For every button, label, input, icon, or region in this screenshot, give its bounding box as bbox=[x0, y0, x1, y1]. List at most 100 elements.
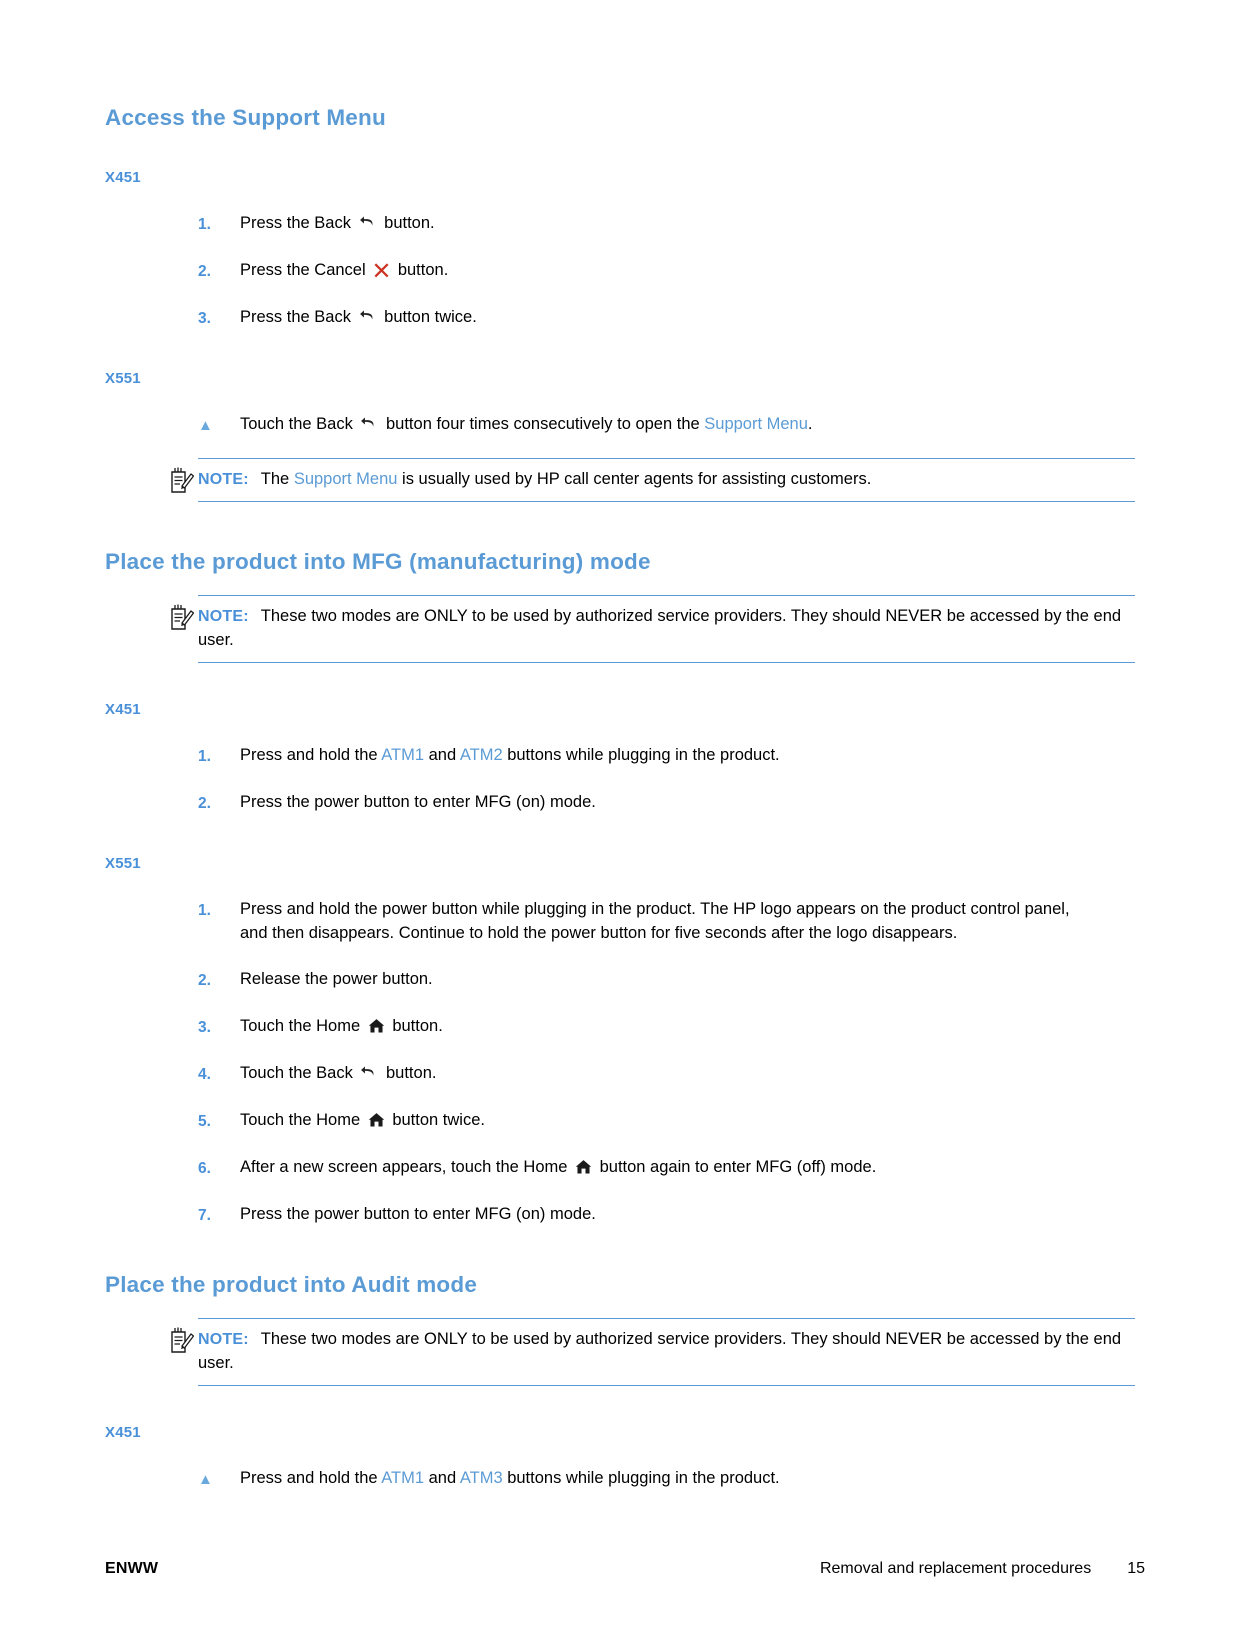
step-text-post: button again to enter MFG (off) mode. bbox=[595, 1158, 877, 1177]
step-text: Press and hold the ATM1 and ATM3 buttons… bbox=[240, 1467, 1085, 1490]
note-box-support-menu: NOTE: The Support Menu is usually used by… bbox=[171, 458, 1135, 503]
footer-breadcrumb: Removal and replacement procedures bbox=[819, 1560, 1092, 1577]
note-text-pre: The bbox=[260, 470, 294, 489]
list-item: 1. Press and hold the power button while… bbox=[105, 898, 1135, 945]
steps-list-support-x551: ▲ Touch the Back button four times conse… bbox=[105, 413, 1135, 436]
step-marker: 3. bbox=[198, 310, 211, 327]
atm1-term: ATM1 bbox=[381, 746, 425, 765]
home-icon bbox=[575, 1160, 592, 1174]
footer-locale: ENWW bbox=[105, 1560, 159, 1577]
note-text-post: is usually used by HP call center agents… bbox=[397, 470, 872, 489]
list-item: 3. Press the Back button twice. bbox=[105, 306, 1135, 330]
list-item: 2. Release the power button. bbox=[105, 968, 1135, 992]
list-item: 2. Press the power button to enter MFG (… bbox=[105, 791, 1135, 815]
list-item: ▲ Touch the Back button four times conse… bbox=[105, 413, 1135, 436]
list-item: 4. Touch the Back button. bbox=[105, 1062, 1135, 1086]
back-icon bbox=[361, 417, 374, 427]
list-item: 1. Press the Back button. bbox=[105, 212, 1135, 236]
note-label: NOTE: bbox=[198, 471, 249, 489]
steps-list-support-x451: 1. Press the Back button. 2. Press the C… bbox=[105, 212, 1135, 330]
support-menu-term: Support Menu bbox=[704, 415, 808, 433]
step-marker: 1. bbox=[198, 902, 211, 920]
step-text: Touch the Back button. bbox=[240, 1062, 1085, 1085]
list-item: 3. Touch the Home button. bbox=[105, 1015, 1135, 1039]
step-text-post: button twice. bbox=[387, 1111, 485, 1130]
page-footer: ENWW Removal and replacement procedures … bbox=[105, 1560, 1145, 1578]
step-text-pre: Press the Back bbox=[240, 308, 356, 326]
home-icon bbox=[368, 1113, 384, 1127]
note-label: NOTE: bbox=[198, 608, 249, 626]
step-text-tail: . bbox=[807, 415, 813, 433]
note-label: NOTE: bbox=[198, 1331, 249, 1349]
step-marker: 2. bbox=[198, 795, 211, 813]
note-text: The Support Menu is usually used by HP c… bbox=[261, 470, 872, 488]
step-text: After a new screen appears, touch the Ho… bbox=[240, 1156, 1085, 1179]
model-heading-x551-mfg: X551 bbox=[105, 855, 141, 873]
note-clipboard-icon bbox=[171, 604, 194, 631]
model-heading-x451-support: X451 bbox=[105, 169, 141, 186]
list-item: 5. Touch the Home button twice. bbox=[105, 1109, 1135, 1133]
step-text: Press the power button to enter MFG (on)… bbox=[240, 793, 596, 812]
step-marker: 6. bbox=[198, 1160, 211, 1178]
atm1-term: ATM1 bbox=[381, 1468, 425, 1487]
model-heading-x551-support: X551 bbox=[105, 370, 141, 387]
step-text-pre: Press and hold the bbox=[240, 746, 382, 765]
step-text: Press the Cancel button. bbox=[240, 259, 1085, 282]
step-text: Release the power button. bbox=[240, 970, 433, 989]
step-text: Press the power button to enter MFG (on)… bbox=[240, 1205, 596, 1224]
support-menu-term: Support Menu bbox=[293, 470, 398, 489]
back-icon bbox=[359, 310, 373, 320]
step-text-pre: Touch the Home bbox=[240, 1111, 365, 1130]
back-icon bbox=[359, 216, 373, 226]
list-item: ▲ Press and hold the ATM1 and ATM3 butto… bbox=[105, 1467, 1135, 1490]
step-text-pre: Press the Back bbox=[240, 214, 356, 232]
list-item: 2. Press the Cancel button. bbox=[105, 259, 1135, 283]
step-text-post: button. bbox=[393, 261, 449, 279]
footer-page-number: 15 bbox=[1127, 1560, 1145, 1577]
document-page: Access the Support Menu X451 1. Press th… bbox=[0, 0, 1240, 1650]
step-text: Touch the Home button twice. bbox=[240, 1109, 1085, 1132]
step-marker: 2. bbox=[198, 972, 211, 990]
model-heading-x451-mfg: X451 bbox=[105, 701, 141, 719]
model-heading-x451-audit: X451 bbox=[105, 1423, 141, 1441]
step-text-pre: Press and hold the bbox=[240, 1468, 382, 1487]
step-text-post: buttons while plugging in the product. bbox=[502, 746, 780, 765]
step-text-post: button. bbox=[379, 214, 435, 232]
atm2-term: ATM2 bbox=[459, 746, 503, 765]
steps-list-mfg-x451: 1. Press and hold the ATM1 and ATM2 butt… bbox=[105, 744, 1135, 815]
step-marker: 2. bbox=[198, 263, 211, 280]
cancel-icon bbox=[374, 263, 389, 278]
section-title-mfg: Place the product into MFG (manufacturin… bbox=[105, 549, 651, 575]
step-text-mid: and bbox=[424, 1468, 460, 1487]
step-text: Press the Back button twice. bbox=[240, 306, 1085, 329]
back-icon bbox=[361, 1066, 374, 1076]
note-clipboard-icon bbox=[171, 467, 194, 494]
step-text: Touch the Home button. bbox=[240, 1015, 1085, 1038]
step-text-pre: Touch the Back bbox=[240, 415, 358, 433]
step-text: Press and hold the ATM1 and ATM2 buttons… bbox=[240, 744, 1085, 767]
step-text-post: button. bbox=[387, 1017, 443, 1036]
list-item: 6. After a new screen appears, touch the… bbox=[105, 1156, 1135, 1180]
step-text-pre: Touch the Home bbox=[240, 1017, 365, 1036]
atm3-term: ATM3 bbox=[459, 1468, 503, 1487]
home-icon bbox=[368, 1019, 384, 1033]
step-marker: 4. bbox=[198, 1066, 211, 1084]
steps-list-mfg-x551: 1. Press and hold the power button while… bbox=[105, 898, 1135, 1227]
note-box-mfg: NOTE: These two modes are ONLY to be used… bbox=[171, 595, 1135, 664]
list-item: 1. Press and hold the ATM1 and ATM2 butt… bbox=[105, 744, 1135, 768]
list-item: 7. Press the power button to enter MFG (… bbox=[105, 1203, 1135, 1227]
note-box-audit: NOTE: These two modes are ONLY to be used… bbox=[171, 1318, 1135, 1386]
steps-list-audit-x451: ▲ Press and hold the ATM1 and ATM3 butto… bbox=[105, 1467, 1135, 1490]
triangle-bullet-icon: ▲ bbox=[198, 1470, 213, 1488]
step-text-post: buttons while plugging in the product. bbox=[502, 1468, 780, 1487]
step-text: Press and hold the power button while pl… bbox=[240, 900, 1070, 942]
step-text-post: button twice. bbox=[379, 308, 477, 326]
note-clipboard-icon bbox=[171, 1327, 194, 1353]
page-title: Access the Support Menu bbox=[105, 105, 386, 130]
step-text-pre: After a new screen appears, touch the Ho… bbox=[240, 1158, 573, 1177]
step-text: Touch the Back button four times consecu… bbox=[240, 413, 1085, 436]
note-text: These two modes are ONLY to be used by a… bbox=[198, 1330, 1122, 1372]
step-marker: 1. bbox=[198, 748, 211, 766]
step-text-pre: Press the Cancel bbox=[240, 261, 371, 279]
step-text-pre: Touch the Back bbox=[240, 1064, 358, 1083]
